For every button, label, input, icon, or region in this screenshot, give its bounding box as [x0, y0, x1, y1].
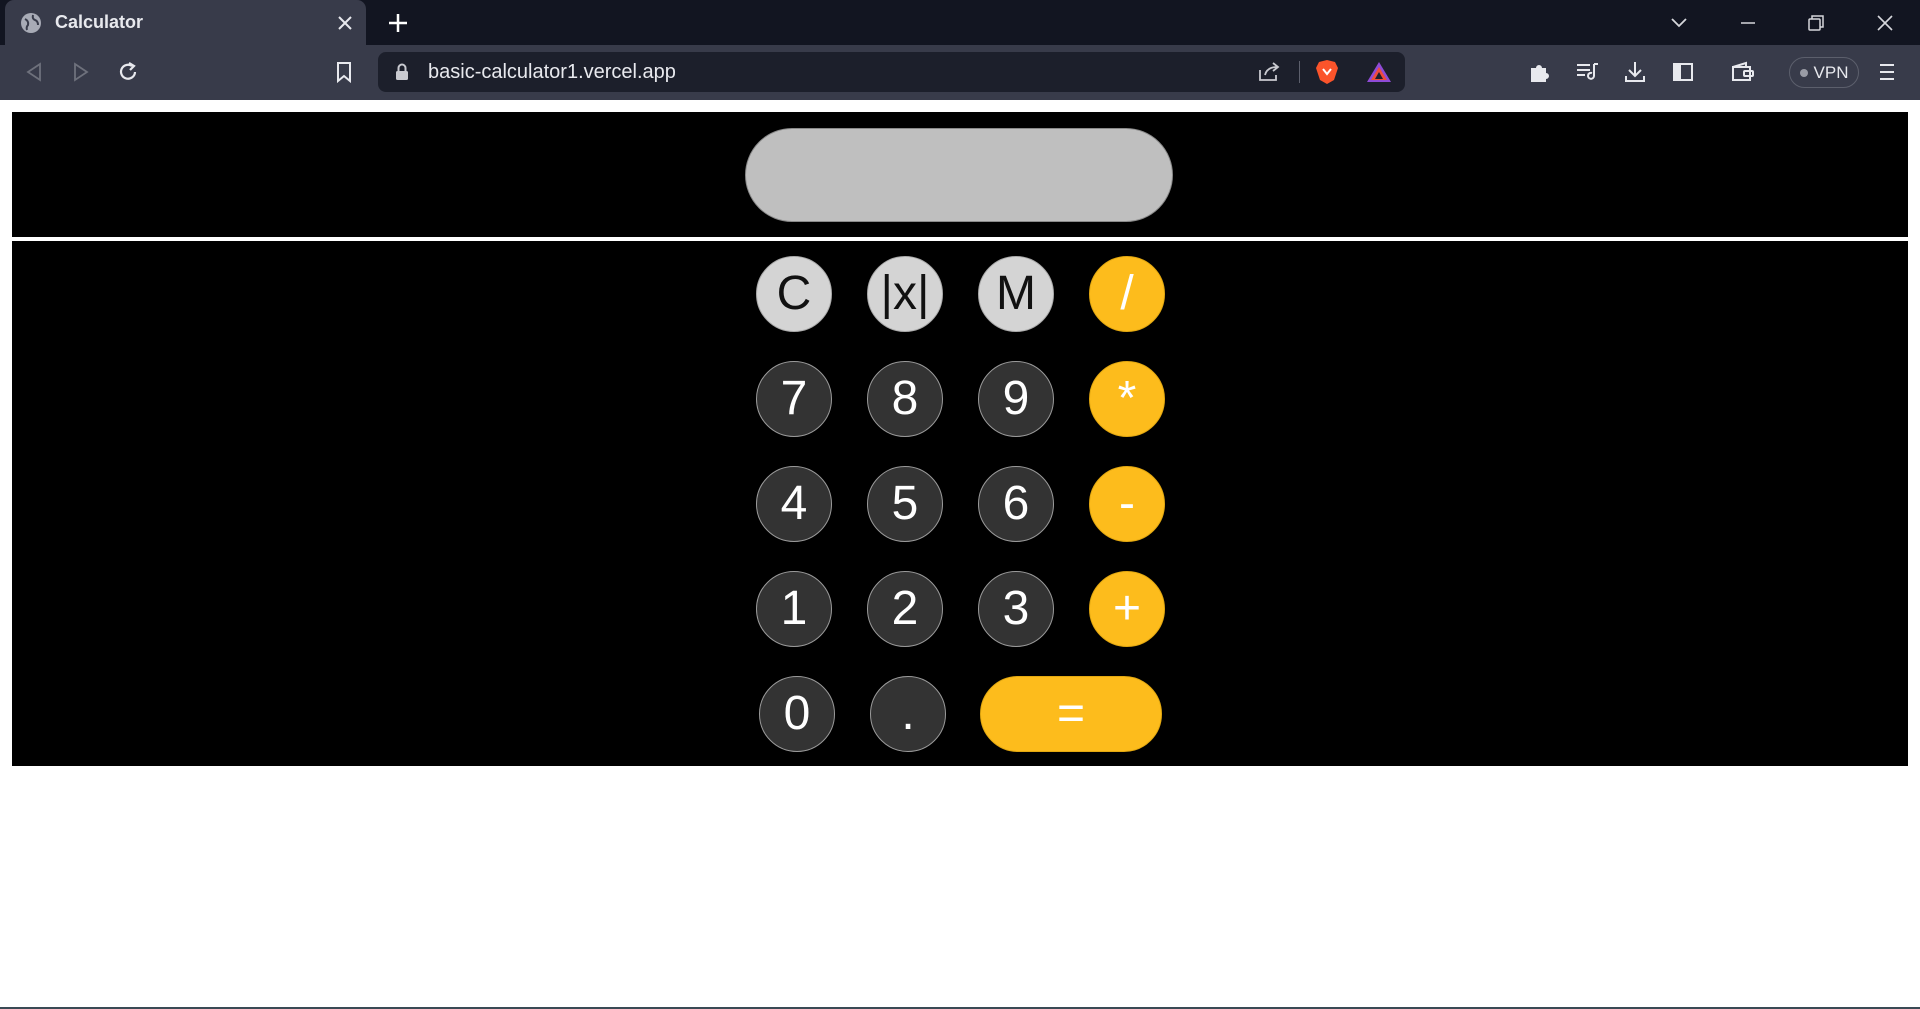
download-icon[interactable] [1620, 57, 1650, 87]
equals-button[interactable]: = [980, 676, 1162, 752]
share-icon[interactable] [1254, 57, 1284, 87]
url-text[interactable]: basic-calculator1.vercel.app [428, 61, 676, 84]
multiply-button[interactable]: * [1089, 361, 1165, 437]
tab-title: Calculator [55, 12, 144, 32]
digit-8-button[interactable]: 8 [867, 361, 943, 437]
wallet-icon[interactable] [1728, 57, 1758, 87]
digit-6-button[interactable]: 6 [978, 466, 1054, 542]
globe-icon [20, 12, 42, 34]
add-button[interactable]: + [1089, 571, 1165, 647]
calculator-display [745, 128, 1173, 222]
decimal-button[interactable]: . [870, 676, 946, 752]
new-tab-icon[interactable] [385, 10, 411, 36]
close-tab-icon[interactable] [333, 11, 357, 35]
tab-strip: Calculator [0, 0, 1920, 45]
extensions-icon[interactable] [1524, 57, 1554, 87]
omnibox-divider [1299, 61, 1300, 83]
tab-search-chevron-icon[interactable] [1664, 8, 1694, 38]
lock-icon[interactable] [392, 62, 412, 82]
digit-7-button[interactable]: 7 [756, 361, 832, 437]
keypad-panel: C |x| M / 7 8 9 * 4 5 6 - 1 2 3 + 0 . = [12, 241, 1908, 766]
vpn-button[interactable]: VPN [1789, 57, 1859, 88]
forward-icon[interactable] [66, 57, 96, 87]
menu-icon[interactable] [1872, 57, 1902, 87]
digit-1-button[interactable]: 1 [756, 571, 832, 647]
browser-tab[interactable]: Calculator [5, 0, 366, 45]
divide-button[interactable]: / [1089, 256, 1165, 332]
vpn-status-dot [1799, 68, 1808, 77]
digit-3-button[interactable]: 3 [978, 571, 1054, 647]
digit-4-button[interactable]: 4 [756, 466, 832, 542]
digit-5-button[interactable]: 5 [867, 466, 943, 542]
browser-toolbar: basic-calculator1.vercel.app VPN [0, 45, 1920, 100]
display-panel [12, 112, 1908, 237]
restore-icon[interactable] [1801, 8, 1831, 38]
reload-icon[interactable] [113, 57, 143, 87]
brave-shields-icon[interactable] [1312, 57, 1342, 87]
sidebar-icon[interactable] [1668, 57, 1698, 87]
vpn-label: VPN [1813, 62, 1849, 82]
bookmark-icon[interactable] [329, 57, 359, 87]
brave-rewards-icon[interactable] [1364, 57, 1394, 87]
playlist-icon[interactable] [1572, 57, 1602, 87]
back-icon[interactable] [19, 57, 49, 87]
memory-button[interactable]: M [978, 256, 1054, 332]
close-window-icon[interactable] [1870, 8, 1900, 38]
digit-9-button[interactable]: 9 [978, 361, 1054, 437]
minimize-icon[interactable] [1733, 8, 1763, 38]
subtract-button[interactable]: - [1089, 466, 1165, 542]
digit-0-button[interactable]: 0 [759, 676, 835, 752]
abs-button[interactable]: |x| [867, 256, 943, 332]
clear-button[interactable]: C [756, 256, 832, 332]
digit-2-button[interactable]: 2 [867, 571, 943, 647]
address-bar[interactable]: basic-calculator1.vercel.app [378, 52, 1405, 92]
